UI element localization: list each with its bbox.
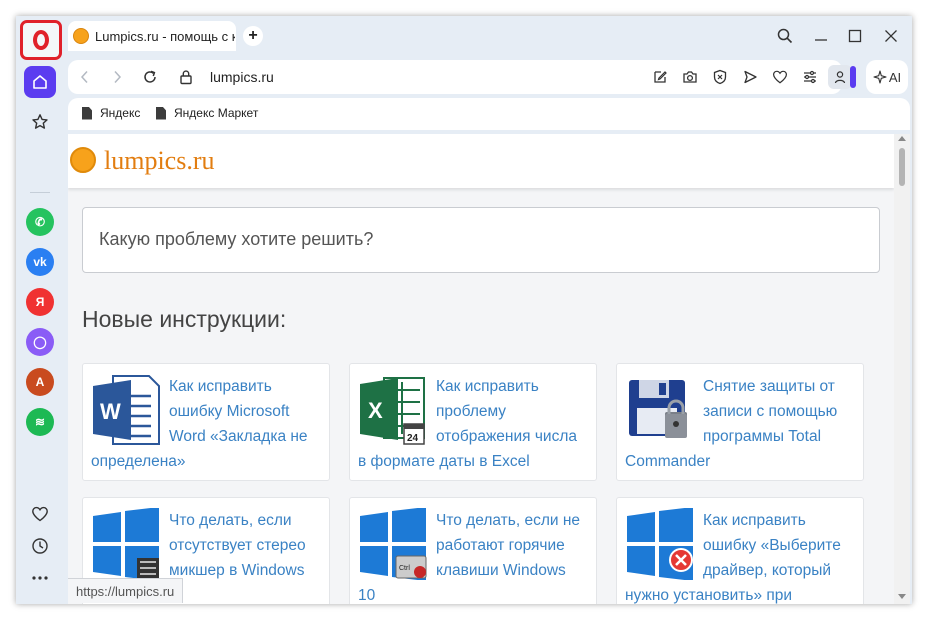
site-info-button[interactable]: [175, 66, 197, 88]
article-card[interactable]: Как исправить ошибку «Выберите драйвер, …: [616, 497, 864, 604]
home-button[interactable]: [24, 66, 56, 98]
floppy-thumbnail-icon[interactable]: [625, 374, 695, 446]
article-card[interactable]: W Как исправить ошибку Microsoft Word «За…: [82, 363, 330, 481]
svg-text:24: 24: [407, 433, 419, 444]
maximize-button[interactable]: [842, 24, 868, 48]
close-icon: [885, 30, 897, 42]
url-field[interactable]: lumpics.ru: [210, 69, 274, 85]
browser-window: ✆ vk Я ◯ A ≋ Lumpics.ru - помощь с ко +: [16, 16, 912, 604]
star-icon: [32, 114, 48, 129]
win-error-thumbnail-icon[interactable]: [625, 507, 695, 581]
sidebar: ✆ vk Я ◯ A ≋: [16, 16, 64, 604]
tab-title: Lumpics.ru - помощь с ко: [95, 28, 235, 44]
chevron-left-icon: [80, 70, 88, 84]
scroll-down-arrow-icon[interactable]: [898, 594, 906, 599]
svg-text:W: W: [100, 399, 121, 424]
shield-x-icon: [713, 69, 727, 85]
yandex-icon[interactable]: Я: [26, 288, 54, 316]
lumpics-favicon-icon: [73, 28, 89, 44]
sliders-icon: [804, 70, 816, 84]
article-card[interactable]: X 24 Как исправить проблему отображения чи…: [349, 363, 597, 481]
site-header: lumpics.ru: [68, 134, 894, 188]
sidebar-panel-indicator: [850, 66, 856, 88]
site-search-input[interactable]: [97, 228, 861, 251]
bookmark-yandex[interactable]: Яндекс: [82, 106, 140, 120]
spotify-icon[interactable]: ≋: [26, 408, 54, 436]
ai-label: AI: [888, 69, 902, 85]
home-icon: [33, 75, 47, 89]
site-search-box: [82, 207, 880, 273]
adblock-button[interactable]: [710, 67, 730, 87]
camera-icon: [683, 71, 697, 83]
page-scrollbar[interactable]: [894, 134, 910, 604]
svg-text:X: X: [368, 398, 383, 423]
new-tab-button[interactable]: +: [243, 26, 263, 46]
whatsapp-icon[interactable]: ✆: [26, 208, 54, 236]
favorites-button[interactable]: [24, 498, 56, 530]
reload-icon: [144, 70, 156, 83]
forward-button[interactable]: [106, 66, 128, 88]
send-icon: [744, 70, 757, 84]
article-card[interactable]: Ctrl Что делать, если не работают горячие…: [349, 497, 597, 604]
edit-page-button[interactable]: [650, 67, 670, 87]
orange-logo-icon[interactable]: [70, 147, 96, 173]
speed-dial-button[interactable]: [24, 106, 56, 138]
svg-text:Ctrl: Ctrl: [399, 565, 410, 572]
bookmark-button[interactable]: [770, 67, 790, 87]
status-bar-url: https://lumpics.ru: [68, 578, 184, 603]
bookmarks-bar: Яндекс Яндекс Маркет: [68, 98, 910, 130]
address-bar: lumpics.ru: [68, 60, 852, 94]
heart-icon: [772, 70, 788, 84]
search-icon: [777, 28, 793, 44]
easy-setup-button[interactable]: [800, 67, 820, 87]
web-page: lumpics.ru Новые инструкции: WКак исправ…: [68, 134, 910, 604]
reload-button[interactable]: [139, 66, 161, 88]
scroll-up-arrow-icon[interactable]: [898, 136, 906, 141]
site-name-link[interactable]: lumpics.ru: [104, 146, 215, 176]
opera-logo-icon: [33, 30, 49, 50]
browser-tab[interactable]: Lumpics.ru - помощь с ко: [68, 21, 236, 51]
page-icon: [82, 106, 92, 120]
more-button[interactable]: [24, 562, 56, 594]
excel-thumbnail-icon[interactable]: X 24: [358, 374, 428, 446]
heart-icon: [32, 506, 48, 522]
bookmark-label: Яндекс: [100, 106, 141, 120]
sparkle-icon: [873, 70, 887, 84]
more-dots-icon: [32, 576, 48, 580]
edit-icon: [654, 71, 667, 83]
article-card[interactable]: Снятие защиты от записи с помощью програ…: [616, 363, 864, 481]
clock-icon: [32, 538, 48, 554]
profile-button[interactable]: [828, 65, 852, 89]
tab-search-button[interactable]: [772, 24, 798, 48]
bookmark-label: Яндекс Маркет: [174, 106, 259, 120]
history-button[interactable]: [24, 530, 56, 562]
ai-button[interactable]: AI: [866, 60, 908, 94]
share-button[interactable]: [740, 67, 760, 87]
page-icon: [156, 106, 166, 120]
win-mixer-thumbnail-icon[interactable]: [91, 507, 161, 581]
chevron-right-icon: [114, 70, 122, 84]
maximize-icon: [848, 29, 862, 43]
back-button[interactable]: [74, 66, 96, 88]
alice-icon[interactable]: ◯: [26, 328, 54, 356]
vk-icon[interactable]: vk: [26, 248, 54, 276]
lock-icon: [180, 70, 192, 85]
word-thumbnail-icon[interactable]: W: [91, 374, 161, 446]
scroll-thumb[interactable]: [899, 148, 905, 186]
opera-menu-button[interactable]: [20, 20, 62, 60]
bookmark-yandex-market[interactable]: Яндекс Маркет: [156, 106, 258, 120]
win-keys-thumbnail-icon[interactable]: Ctrl: [358, 507, 428, 581]
close-button[interactable]: [878, 24, 904, 48]
snapshot-button[interactable]: [680, 67, 700, 87]
minimize-icon: [815, 39, 827, 41]
user-icon: [834, 71, 846, 84]
minimize-button[interactable]: [808, 24, 834, 48]
sidebar-divider: [30, 192, 50, 193]
section-title: Новые инструкции:: [82, 306, 287, 332]
translate-icon[interactable]: A: [26, 368, 54, 396]
